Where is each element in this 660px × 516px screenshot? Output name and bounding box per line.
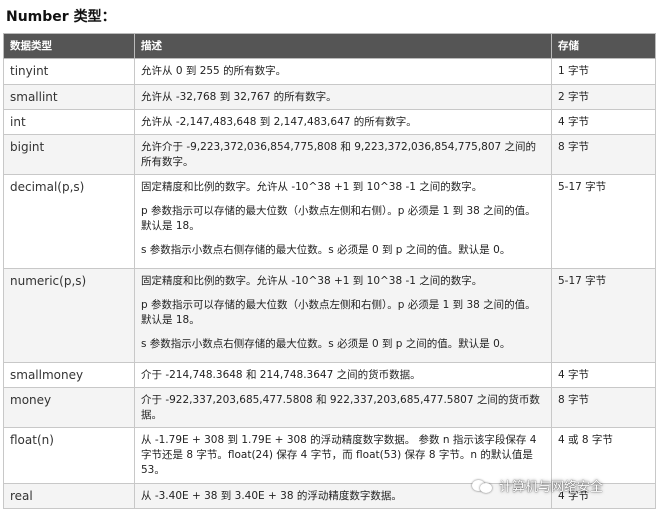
cell-type: int	[3, 109, 135, 135]
table-row: smallmoney 介于 -214,748.3648 和 214,748.36…	[3, 362, 656, 388]
cell-type: real	[3, 483, 135, 509]
table-row: numeric(p,s) 固定精度和比例的数字。允许从 -10^38 +1 到 …	[3, 268, 656, 363]
table-row: smallint 允许从 -32,768 到 32,767 的所有数字。 2 字…	[3, 84, 656, 110]
table-row: bigint 允许介于 -9,223,372,036,854,775,808 和…	[3, 134, 656, 175]
table-header-row: 数据类型 描述 存储	[3, 33, 656, 59]
cell-type: smallmoney	[3, 362, 135, 388]
cell-description: 固定精度和比例的数字。允许从 -10^38 +1 到 10^38 -1 之间的数…	[134, 174, 552, 269]
cell-type: float(n)	[3, 427, 135, 484]
table-row: tinyint 允许从 0 到 255 的所有数字。 1 字节	[3, 58, 656, 85]
description-text: p 参数指示可以存储的最大位数（小数点左侧和右侧）。p 必须是 1 到 38 之…	[141, 299, 536, 326]
description-text: 允许从 -32,768 到 32,767 的所有数字。	[141, 91, 337, 103]
description-text: s 参数指示小数点右侧存储的最大位数。s 必须是 0 到 p 之间的值。默认是 …	[141, 338, 511, 350]
cell-storage: 5-17 字节	[551, 268, 656, 363]
description-text: p 参数指示可以存储的最大位数（小数点左侧和右侧）。p 必须是 1 到 38 之…	[141, 205, 536, 232]
header-storage: 存储	[551, 33, 656, 59]
number-types-table: 数据类型 描述 存储 tinyint 允许从 0 到 255 的所有数字。 1 …	[3, 33, 656, 509]
watermark: 计算机与网络安全	[472, 476, 603, 495]
description-text: 允许从 0 到 255 的所有数字。	[141, 65, 287, 77]
description-text: 介于 -922,337,203,685,477.5808 和 922,337,2…	[141, 394, 540, 421]
wechat-icon	[472, 478, 494, 494]
header-data-type: 数据类型	[3, 33, 135, 59]
description-text: 介于 -214,748.3648 和 214,748.3647 之间的货币数据。	[141, 369, 421, 381]
cell-type: bigint	[3, 134, 135, 175]
cell-description: 允许从 0 到 255 的所有数字。	[134, 58, 552, 85]
cell-type: numeric(p,s)	[3, 268, 135, 363]
cell-type: decimal(p,s)	[3, 174, 135, 269]
cell-storage: 4 字节	[551, 109, 656, 135]
page-title: Number 类型：	[6, 9, 116, 25]
description-text: 固定精度和比例的数字。允许从 -10^38 +1 到 10^38 -1 之间的数…	[141, 181, 483, 193]
cell-type: smallint	[3, 84, 135, 110]
cell-description: 允许从 -2,147,483,648 到 2,147,483,647 的所有数字…	[134, 109, 552, 135]
table-row: money 介于 -922,337,203,685,477.5808 和 922…	[3, 387, 656, 428]
cell-description: 介于 -214,748.3648 和 214,748.3647 之间的货币数据。	[134, 362, 552, 388]
cell-type: money	[3, 387, 135, 428]
cell-storage: 8 字节	[551, 387, 656, 428]
description-text: s 参数指示小数点右侧存储的最大位数。s 必须是 0 到 p 之间的值。默认是 …	[141, 244, 511, 256]
description-text: 固定精度和比例的数字。允许从 -10^38 +1 到 10^38 -1 之间的数…	[141, 275, 483, 287]
cell-description: 允许从 -32,768 到 32,767 的所有数字。	[134, 84, 552, 110]
watermark-text: 计算机与网络安全	[499, 480, 604, 495]
header-description: 描述	[134, 33, 552, 59]
cell-storage: 2 字节	[551, 84, 656, 110]
cell-storage: 1 字节	[551, 58, 656, 85]
table-row: int 允许从 -2,147,483,648 到 2,147,483,647 的…	[3, 109, 656, 135]
cell-type: tinyint	[3, 58, 135, 85]
cell-description: 介于 -922,337,203,685,477.5808 和 922,337,2…	[134, 387, 552, 428]
cell-description: 允许介于 -9,223,372,036,854,775,808 和 9,223,…	[134, 134, 552, 175]
cell-storage: 8 字节	[551, 134, 656, 175]
description-text: 允许介于 -9,223,372,036,854,775,808 和 9,223,…	[141, 141, 537, 168]
table-row: decimal(p,s) 固定精度和比例的数字。允许从 -10^38 +1 到 …	[3, 174, 656, 269]
cell-description: 固定精度和比例的数字。允许从 -10^38 +1 到 10^38 -1 之间的数…	[134, 268, 552, 363]
description-text: 允许从 -2,147,483,648 到 2,147,483,647 的所有数字…	[141, 116, 417, 128]
cell-storage: 4 字节	[551, 362, 656, 388]
description-text: 从 -1.79E + 308 到 1.79E + 308 的浮动精度数字数据。 …	[141, 434, 537, 476]
cell-storage: 5-17 字节	[551, 174, 656, 269]
